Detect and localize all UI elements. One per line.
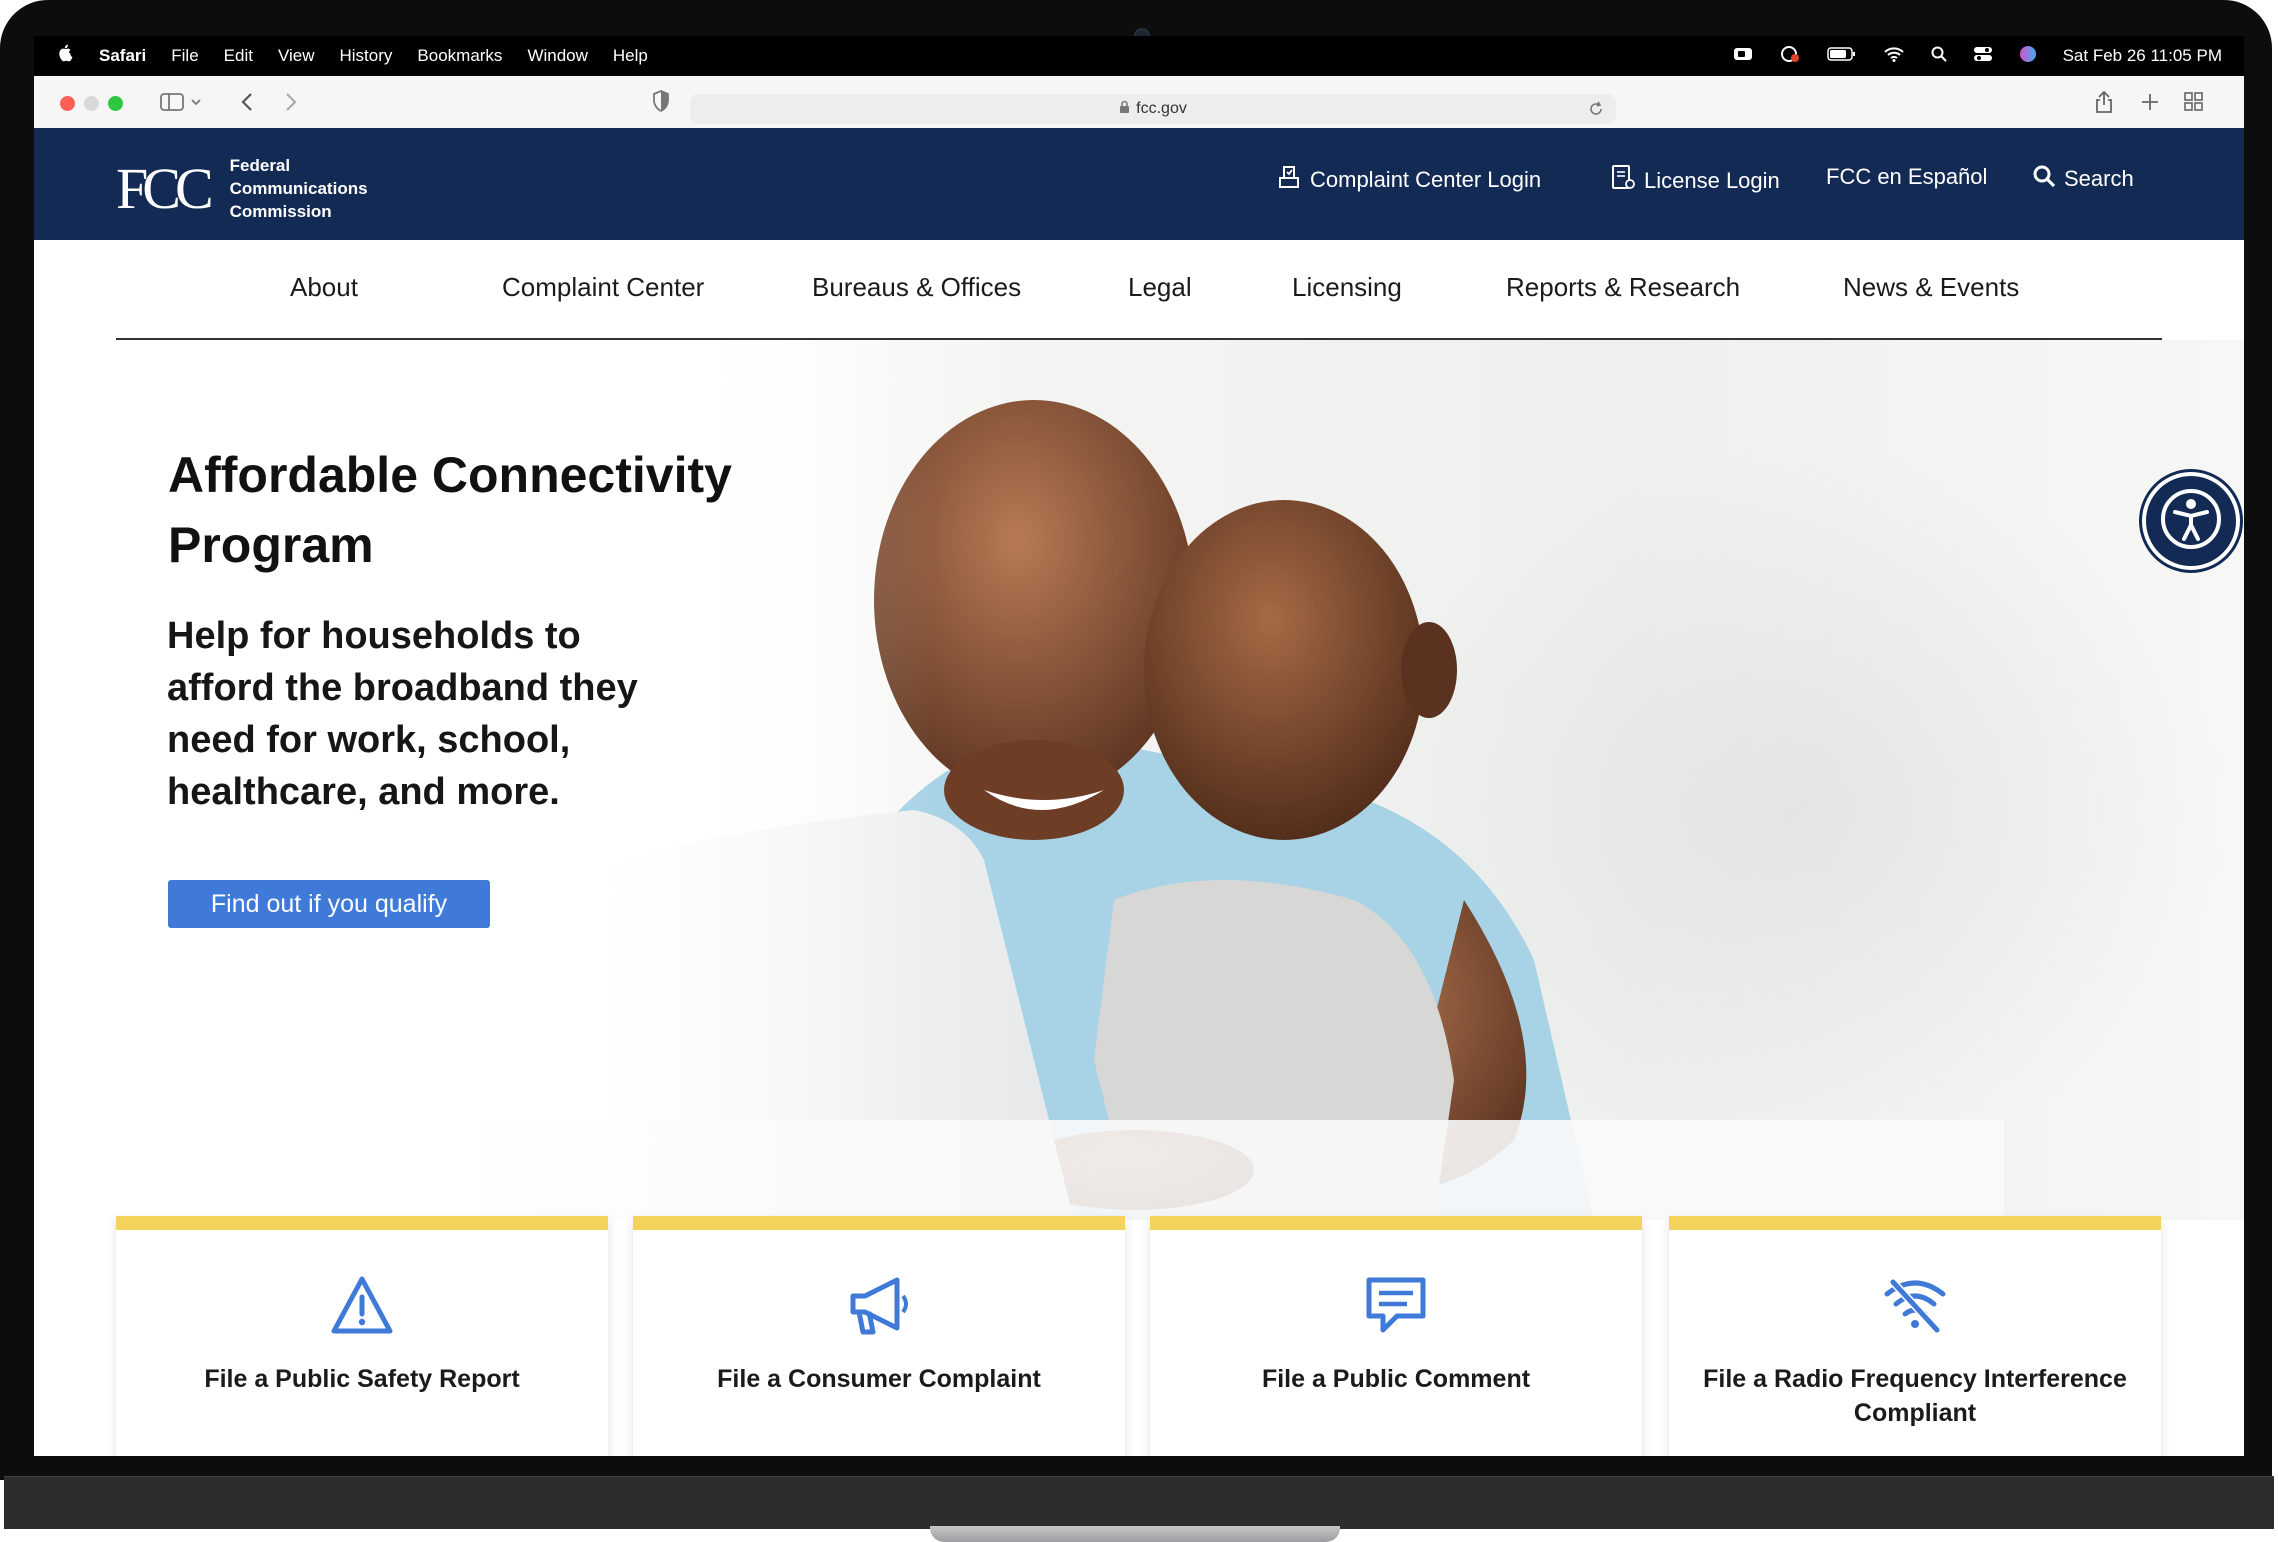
minimize-window-button[interactable] [84, 96, 99, 111]
comment-icon [1150, 1276, 1642, 1340]
logo-text: Federal Communications Commission [230, 154, 368, 223]
menu-app-name[interactable]: Safari [99, 46, 146, 66]
privacy-shield-icon[interactable] [652, 90, 670, 117]
card-public-safety-report[interactable]: File a Public Safety Report [116, 1216, 608, 1456]
nav-complaint-center[interactable]: Complaint Center [502, 272, 704, 303]
complaint-center-login-label: Complaint Center Login [1310, 167, 1542, 192]
laptop-hinge [930, 1526, 1340, 1542]
main-nav: About Complaint Center Bureaus & Offices… [116, 240, 2162, 340]
nav-reports-research[interactable]: Reports & Research [1506, 272, 1740, 303]
new-tab-icon[interactable] [2140, 92, 2160, 117]
org-name-line1: Federal [229, 156, 291, 175]
site-header: FCC Federal Communications Commission Co… [34, 128, 2244, 240]
warning-icon [116, 1276, 608, 1340]
tab-overview-icon[interactable] [2184, 92, 2204, 117]
menu-bookmarks[interactable]: Bookmarks [417, 46, 502, 66]
license-icon [1610, 164, 1636, 198]
org-name-line3: Commission [229, 202, 332, 221]
nav-legal[interactable]: Legal [1128, 272, 1192, 303]
find-out-qualify-button[interactable]: Find out if you qualify [168, 880, 490, 928]
hero-title: Affordable Connectivity Program [168, 447, 732, 573]
laptop-base [4, 1476, 2274, 1529]
forward-icon[interactable] [284, 92, 298, 117]
no-signal-icon [1669, 1276, 2161, 1340]
share-icon[interactable] [2094, 90, 2114, 119]
card-label: File a Public Comment [1261, 1365, 1531, 1393]
control-center-icon[interactable] [1973, 46, 1993, 67]
search-link[interactable]: Search [2032, 164, 2134, 194]
nav-bureaus-offices[interactable]: Bureaus & Offices [812, 272, 1021, 303]
spotlight-icon[interactable] [1931, 46, 1947, 67]
complaint-center-login-link[interactable]: Complaint Center Login [1276, 164, 1541, 196]
card-label: File a Public Safety Report [204, 1365, 520, 1393]
apple-icon[interactable] [58, 44, 74, 68]
close-window-button[interactable] [60, 96, 75, 111]
nav-about[interactable]: About [290, 272, 358, 303]
address-bar[interactable]: fcc.gov [690, 94, 1616, 124]
siri-icon[interactable] [2019, 45, 2037, 68]
macos-menu-bar: Safari File Edit View History Bookmarks … [34, 36, 2244, 76]
nav-news-events[interactable]: News & Events [1843, 272, 2019, 303]
accessibility-button[interactable] [2142, 472, 2240, 570]
card-public-comment[interactable]: File a Public Comment [1150, 1216, 1642, 1456]
fcc-logo[interactable]: FCC Federal Communications Commission [116, 154, 368, 223]
fcc-en-espanol-link[interactable]: FCC en Español [1826, 164, 1987, 190]
card-label: File a Consumer Complaint [717, 1365, 1041, 1393]
menu-window[interactable]: Window [527, 46, 587, 66]
reload-icon[interactable] [1588, 101, 1604, 122]
hero-subtitle: Help for households to afford the broadb… [167, 615, 638, 813]
battery-icon[interactable] [1826, 46, 1857, 66]
zoom-window-button[interactable] [108, 96, 123, 111]
wifi-icon[interactable] [1883, 46, 1905, 67]
menu-file[interactable]: File [171, 46, 198, 66]
ballot-box-icon [1276, 164, 1302, 196]
sidebar-toggle-icon[interactable] [160, 92, 206, 117]
control-icon[interactable] [1779, 45, 1801, 68]
video-icon[interactable] [1733, 46, 1753, 67]
card-consumer-complaint[interactable]: File a Consumer Complaint [633, 1216, 1125, 1456]
lock-icon [1119, 100, 1130, 119]
menu-view[interactable]: View [278, 46, 315, 66]
menu-edit[interactable]: Edit [224, 46, 253, 66]
card-label: File a Radio Frequency Interference Comp… [1703, 1365, 2127, 1427]
menu-datetime[interactable]: Sat Feb 26 11:05 PM [2063, 46, 2222, 66]
screen: Safari File Edit View History Bookmarks … [34, 36, 2244, 1456]
back-icon[interactable] [240, 92, 254, 117]
url-text: fcc.gov [1136, 100, 1187, 117]
search-label: Search [2064, 166, 2134, 191]
card-radio-frequency-interference[interactable]: File a Radio Frequency Interference Comp… [1669, 1216, 2161, 1456]
hero-banner: Affordable Connectivity Program Help for… [34, 340, 2244, 1220]
logo-mark: FCC [116, 155, 214, 221]
megaphone-icon [633, 1276, 1125, 1340]
accessibility-icon [2159, 487, 2223, 556]
org-name-line2: Communications [229, 179, 368, 198]
menu-history[interactable]: History [340, 46, 393, 66]
menu-help[interactable]: Help [613, 46, 648, 66]
nav-licensing[interactable]: Licensing [1292, 272, 1402, 303]
laptop-frame: Safari File Edit View History Bookmarks … [0, 0, 2278, 1542]
license-login-label: License Login [1644, 168, 1780, 193]
search-icon [2032, 164, 2056, 194]
license-login-link[interactable]: License Login [1610, 164, 1780, 198]
